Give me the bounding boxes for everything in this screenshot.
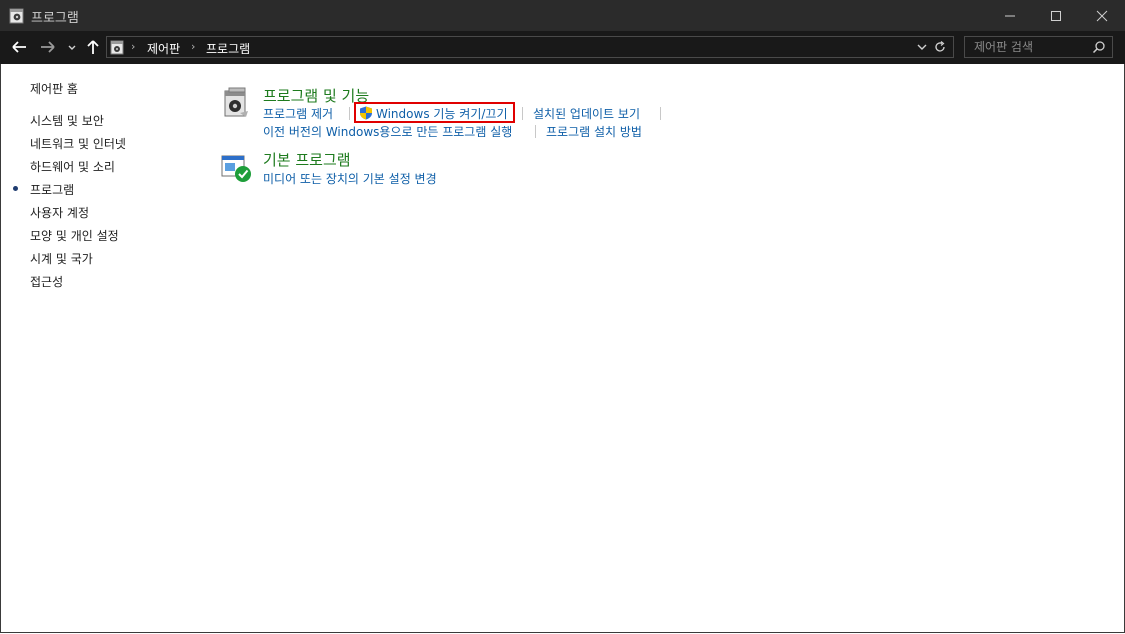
sidebar-item-hardware-sound[interactable]: 하드웨어 및 소리: [30, 158, 115, 175]
address-dropdown-icon[interactable]: [916, 41, 928, 53]
sidebar-item-user-accounts[interactable]: 사용자 계정: [30, 204, 89, 221]
refresh-icon[interactable]: [933, 40, 947, 54]
link-divider: [522, 107, 523, 120]
up-button[interactable]: [84, 38, 104, 56]
search-input[interactable]: [965, 37, 1094, 57]
link-divider: [349, 107, 350, 120]
arrow-right-icon: [41, 41, 55, 53]
link-divider: [535, 125, 536, 138]
programs-location-icon: [110, 40, 124, 55]
search-icon[interactable]: [1092, 40, 1106, 54]
navigation-bar: › 제어판 › 프로그램: [0, 31, 1125, 64]
installed-updates-link[interactable]: 설치된 업데이트 보기: [533, 105, 640, 122]
default-programs-icon: [221, 155, 251, 182]
forward-button[interactable]: [39, 38, 59, 56]
arrow-up-icon: [87, 40, 99, 54]
how-to-install-link[interactable]: 프로그램 설치 방법: [546, 123, 642, 140]
programs-features-icon: [224, 87, 248, 117]
sidebar-item-clock-region[interactable]: 시계 및 국가: [30, 250, 93, 267]
windows-features-link[interactable]: Windows 기능 켜기/끄기: [376, 105, 507, 122]
search-box[interactable]: [964, 36, 1113, 58]
minimize-icon: [1005, 15, 1015, 17]
address-bar[interactable]: › 제어판 › 프로그램: [106, 36, 954, 58]
breadcrumb-programs[interactable]: 프로그램: [206, 40, 250, 57]
maximize-icon: [1051, 11, 1061, 21]
default-programs-title[interactable]: 기본 프로그램: [263, 149, 351, 170]
sidebar-item-system-security[interactable]: 시스템 및 보안: [30, 112, 104, 129]
chevron-down-icon: [68, 45, 76, 50]
media-device-defaults-link[interactable]: 미디어 또는 장치의 기본 설정 변경: [263, 170, 437, 187]
compatibility-link[interactable]: 이전 버전의 Windows용으로 만든 프로그램 실행: [263, 123, 512, 140]
arrow-left-icon: [12, 41, 26, 53]
breadcrumb-control-panel[interactable]: 제어판: [147, 40, 180, 57]
sidebar-item-control-panel-home[interactable]: 제어판 홈: [30, 80, 78, 97]
sidebar-item-ease-of-access[interactable]: 접근성: [30, 273, 63, 290]
window-title: 프로그램: [31, 11, 79, 26]
maximize-button[interactable]: [1033, 0, 1079, 31]
breadcrumb-separator-icon: ›: [191, 40, 196, 53]
content-frame: [0, 64, 1125, 633]
close-icon: [1096, 10, 1108, 22]
link-divider: [660, 107, 661, 120]
uninstall-program-link[interactable]: 프로그램 제거: [263, 105, 333, 122]
selected-bullet-icon: [13, 186, 18, 191]
uac-shield-icon: [360, 106, 372, 120]
minimize-button[interactable]: [987, 0, 1033, 31]
breadcrumb-separator-icon: ›: [131, 40, 136, 53]
sidebar-item-network-internet[interactable]: 네트워크 및 인터넷: [30, 135, 126, 152]
sidebar-item-appearance[interactable]: 모양 및 개인 설정: [30, 227, 119, 244]
sidebar-item-programs[interactable]: 프로그램: [30, 181, 74, 198]
close-button[interactable]: [1079, 0, 1125, 31]
programs-app-icon: [9, 8, 24, 24]
recent-locations-button[interactable]: [66, 38, 78, 56]
back-button[interactable]: [10, 38, 30, 56]
title-bar: 프로그램: [0, 0, 1125, 31]
